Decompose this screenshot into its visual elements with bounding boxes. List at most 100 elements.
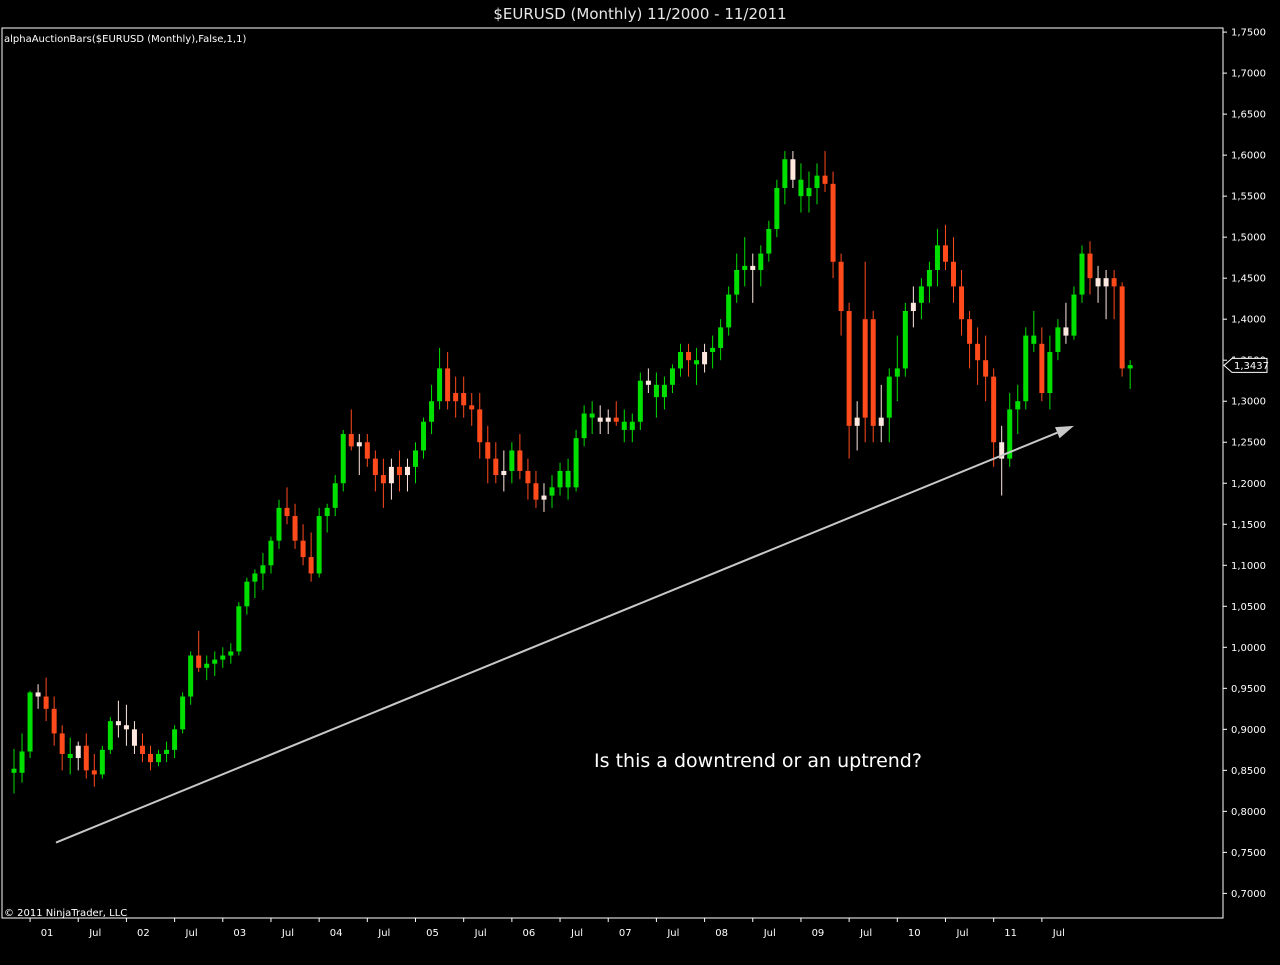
candle xyxy=(396,450,402,492)
candle-body xyxy=(35,692,41,697)
candle-body xyxy=(661,384,667,398)
candle xyxy=(854,401,860,451)
candle-body xyxy=(196,655,202,668)
candle-body xyxy=(525,470,531,484)
candle xyxy=(806,171,812,213)
y-tick-label: 1,4500 xyxy=(1231,274,1266,285)
candle-body xyxy=(774,187,780,229)
candle xyxy=(766,220,772,262)
plot-area xyxy=(1,27,1224,919)
y-tick-label: 0,9500 xyxy=(1231,684,1266,695)
candle xyxy=(501,450,507,492)
candle xyxy=(661,376,667,410)
candle xyxy=(1095,265,1101,303)
candle xyxy=(742,237,748,287)
candle-body xyxy=(750,265,756,270)
candle xyxy=(1047,335,1053,410)
candle-body xyxy=(838,261,844,311)
candle-body xyxy=(372,458,378,476)
candle-body xyxy=(758,253,764,270)
candle xyxy=(469,393,475,426)
candle xyxy=(180,692,186,734)
candle-body xyxy=(549,487,555,496)
candle-body xyxy=(485,442,491,459)
candle-body xyxy=(822,175,828,184)
candle-body xyxy=(260,565,266,574)
candle xyxy=(886,368,892,443)
candle xyxy=(983,335,989,402)
candle-body xyxy=(180,696,186,730)
candle xyxy=(212,651,218,677)
candle xyxy=(910,286,916,328)
annotation-text: Is this a downtrend or an uptrend? xyxy=(594,750,922,772)
candle xyxy=(1015,384,1021,435)
candle-body xyxy=(212,659,218,664)
candle-body xyxy=(204,663,210,668)
candle xyxy=(356,434,362,476)
candle-body xyxy=(51,708,57,734)
candle xyxy=(156,749,162,767)
candle xyxy=(324,503,330,533)
candle xyxy=(27,690,33,759)
candle xyxy=(758,245,764,287)
candle xyxy=(35,684,41,709)
candle xyxy=(686,343,692,377)
candle-body xyxy=(228,651,234,656)
candle xyxy=(276,499,282,549)
candle xyxy=(846,302,852,459)
candle-body xyxy=(959,286,965,320)
candle-body xyxy=(1111,278,1117,287)
candle xyxy=(1127,360,1133,389)
candle xyxy=(453,376,459,418)
candle-body xyxy=(164,749,170,754)
candle xyxy=(557,462,563,496)
candle-body xyxy=(477,409,483,443)
candle xyxy=(1023,327,1029,410)
candle-body xyxy=(573,438,579,488)
candle xyxy=(204,655,210,681)
candle-body xyxy=(429,401,435,422)
candle xyxy=(372,450,378,492)
candle xyxy=(107,717,113,754)
candle-body xyxy=(951,261,957,287)
candle-body xyxy=(557,470,563,488)
candle xyxy=(493,442,499,484)
candle xyxy=(260,552,266,590)
candle xyxy=(148,745,154,771)
candle xyxy=(429,384,435,435)
candle xyxy=(1063,302,1069,344)
candle-body xyxy=(517,450,523,471)
candle xyxy=(894,335,900,402)
candle-body xyxy=(589,413,595,418)
x-tick-label: Jul xyxy=(1052,928,1065,939)
candle-body xyxy=(629,421,635,430)
x-tick-label: 11 xyxy=(1004,928,1017,939)
x-tick-label: 08 xyxy=(715,928,728,939)
candle-body xyxy=(43,696,49,709)
candle xyxy=(388,458,394,500)
y-tick-label: 0,9000 xyxy=(1231,725,1266,736)
candle xyxy=(300,524,306,566)
y-tick-label: 0,8000 xyxy=(1231,807,1266,818)
candle xyxy=(581,405,587,447)
candle xyxy=(613,401,619,426)
x-tick-label: 02 xyxy=(137,928,150,939)
candle xyxy=(605,409,611,435)
candle-body xyxy=(59,733,65,754)
candle-body xyxy=(734,269,740,295)
candle xyxy=(51,696,57,746)
candle xyxy=(822,151,828,193)
candle-body xyxy=(380,475,386,484)
candle xyxy=(164,741,170,763)
candle-body xyxy=(404,466,410,476)
candle xyxy=(404,458,410,492)
price-chart[interactable]: 1,7500 1,7000 1,6500 1,6000 1,5500 1,5000 1,45… xyxy=(0,0,1280,965)
candle-body xyxy=(967,319,973,344)
candle xyxy=(798,163,804,213)
candle xyxy=(244,577,250,615)
x-tick-label: Jul xyxy=(88,928,101,939)
candle-body xyxy=(846,310,852,426)
candle-body xyxy=(1047,352,1053,394)
candle-body xyxy=(942,245,948,262)
candle-body xyxy=(565,470,571,488)
